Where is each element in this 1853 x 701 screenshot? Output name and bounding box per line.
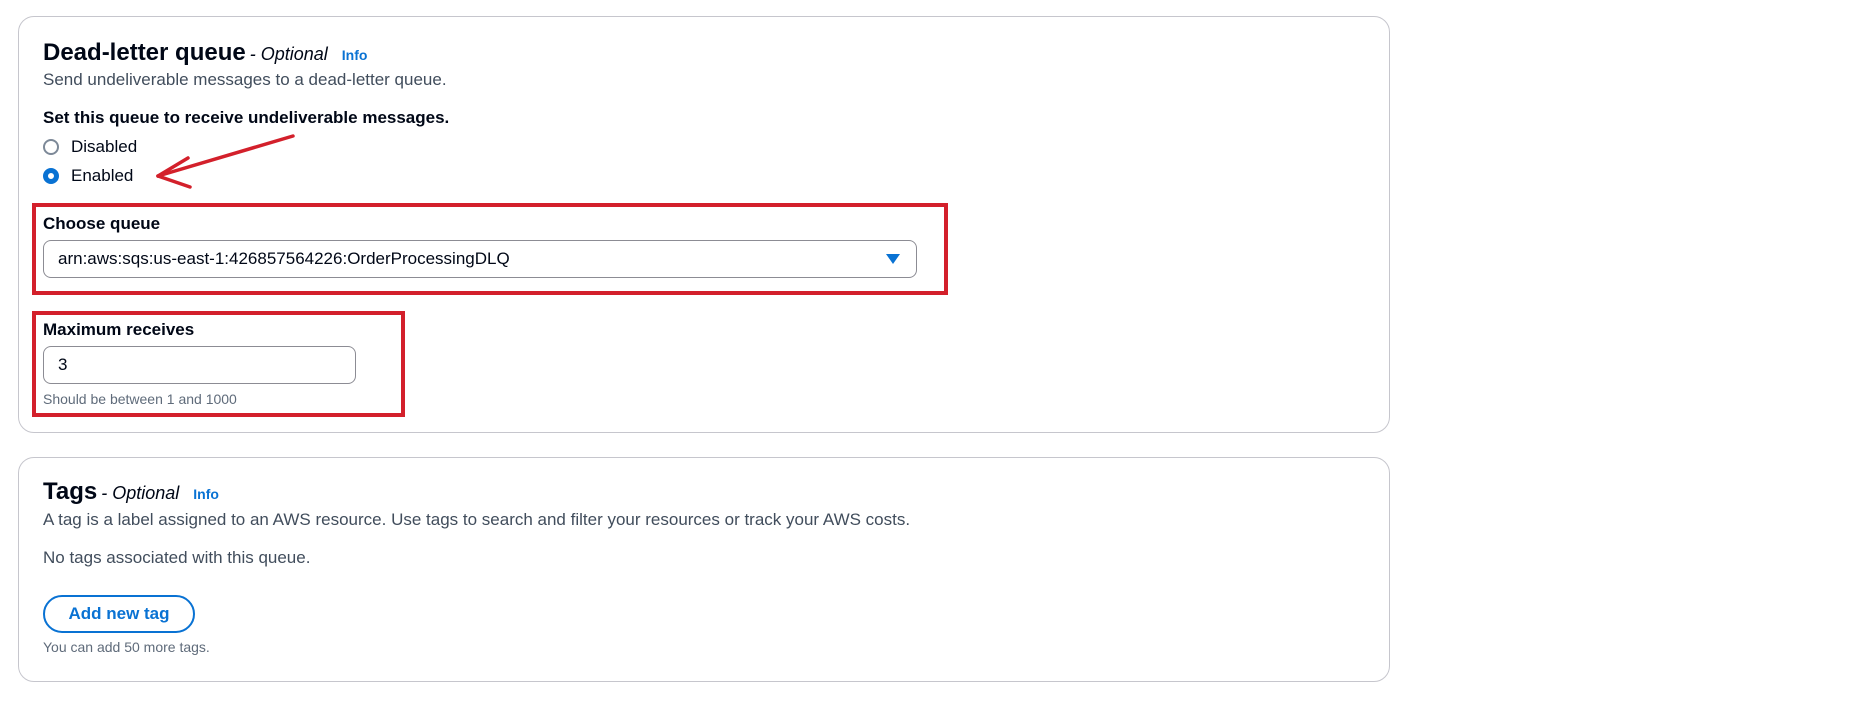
dlq-description: Send undeliverable messages to a dead-le… bbox=[43, 70, 447, 89]
tags-optional-label: - Optional bbox=[101, 483, 180, 503]
tags-hint: You can add 50 more tags. bbox=[43, 639, 210, 655]
tags-panel: Tags - Optional Info A tag is a label as… bbox=[18, 457, 1390, 682]
tags-title: Tags bbox=[43, 478, 98, 505]
max-receives-input[interactable] bbox=[43, 346, 356, 384]
radio-enabled-label: Enabled bbox=[71, 166, 134, 185]
dlq-heading: Dead-letter queue - Optional Info bbox=[43, 39, 367, 67]
choose-queue-label: Choose queue bbox=[43, 214, 161, 233]
tags-info-link[interactable]: Info bbox=[193, 486, 219, 502]
page: Dead-letter queue - Optional Info Send u… bbox=[0, 0, 1853, 701]
max-receives-label: Maximum receives bbox=[43, 320, 195, 339]
radio-disabled[interactable]: Disabled bbox=[43, 137, 137, 157]
dlq-optional-label: - Optional bbox=[249, 44, 328, 64]
caret-down-icon bbox=[886, 254, 900, 264]
choose-queue-value: arn:aws:sqs:us-east-1:426857564226:Order… bbox=[58, 249, 510, 268]
radio-disabled-label: Disabled bbox=[71, 137, 138, 156]
dead-letter-queue-panel: Dead-letter queue - Optional Info Send u… bbox=[18, 16, 1390, 433]
tags-heading: Tags - Optional Info bbox=[43, 478, 219, 506]
radio-enabled-circle[interactable] bbox=[43, 168, 59, 184]
max-receives-hint: Should be between 1 and 1000 bbox=[43, 391, 237, 407]
tags-empty-text: No tags associated with this queue. bbox=[43, 548, 311, 567]
dlq-info-link[interactable]: Info bbox=[342, 47, 368, 63]
add-new-tag-button[interactable]: Add new tag bbox=[43, 595, 195, 633]
dlq-setting-label: Set this queue to receive undeliverable … bbox=[43, 108, 450, 127]
radio-disabled-circle[interactable] bbox=[43, 139, 59, 155]
dlq-title: Dead-letter queue bbox=[43, 39, 246, 66]
radio-enabled[interactable]: Enabled bbox=[43, 166, 133, 186]
choose-queue-select[interactable]: arn:aws:sqs:us-east-1:426857564226:Order… bbox=[43, 240, 917, 278]
tags-description: A tag is a label assigned to an AWS reso… bbox=[43, 510, 911, 529]
